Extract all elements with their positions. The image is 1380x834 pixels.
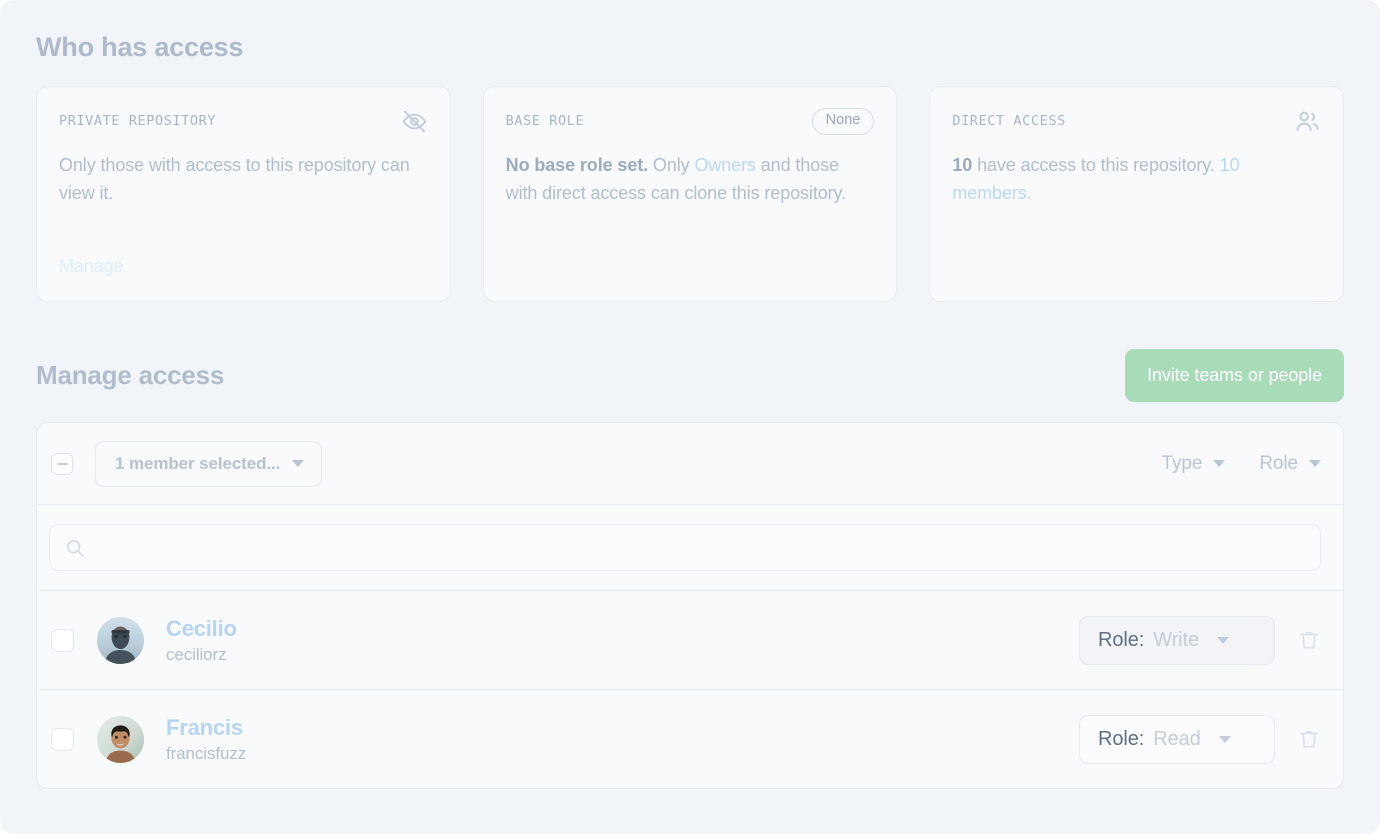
user-handle: ceciliorz [166,645,237,665]
table-row: Francis francisfuzz Role: Read [37,689,1343,788]
owners-link[interactable]: Owners [694,155,755,175]
filter-type[interactable]: Type [1162,453,1226,475]
role-label: Role: [1098,629,1144,652]
selection-dropdown[interactable]: 1 member selected... [95,441,322,487]
role-dropdown[interactable]: Role: Read [1079,715,1275,764]
indeterminate-dash-icon [57,463,68,466]
user-name[interactable]: Cecilio [166,616,237,641]
card-private-repository: PRIVATE REPOSITORY Only those with acces… [36,86,451,302]
trash-icon[interactable] [1297,727,1321,751]
avatar [97,617,144,664]
card-header: PRIVATE REPOSITORY [59,108,428,134]
manage-access-table: 1 member selected... Type Role [36,422,1344,789]
row-checkbox[interactable] [51,728,74,751]
card-eyebrow: BASE ROLE [506,113,585,129]
invite-teams-or-people-button[interactable]: Invite teams or people [1125,349,1344,402]
card-body: 10 have access to this repository. 10 me… [952,151,1321,207]
role-value: Read [1153,728,1200,751]
card-header: BASE ROLE None [506,108,875,134]
search-area [37,505,1343,590]
user-handle: francisfuzz [166,744,246,764]
chevron-down-icon [1309,460,1321,467]
eye-off-icon [401,108,428,135]
role-dropdown[interactable]: Role: Write [1079,616,1275,665]
table-toolbar: 1 member selected... Type Role [37,423,1343,505]
row-checkbox[interactable] [51,629,74,652]
chevron-down-icon [1217,637,1229,644]
base-role-mid: Only [648,155,694,175]
manage-access-title: Manage access [36,360,224,391]
filter-role-label: Role [1259,453,1298,475]
selection-dropdown-label: 1 member selected... [115,454,280,474]
card-base-role: BASE ROLE None No base role set. Only Ow… [483,86,898,302]
card-body: Only those with access to this repositor… [59,151,428,207]
page-title: Who has access [36,0,1344,63]
manage-access-header: Manage access Invite teams or people [36,346,1344,404]
avatar [97,716,144,763]
card-footer: Manage [59,256,428,277]
select-all-checkbox[interactable] [51,453,73,475]
access-settings-page: Who has access PRIVATE REPOSITORY Only t… [0,0,1380,834]
people-icon [1294,108,1321,135]
card-body: No base role set. Only Owners and those … [506,151,875,207]
search-icon [64,537,86,559]
status-badge: None [812,108,875,134]
filter-role[interactable]: Role [1259,453,1321,475]
filter-type-label: Type [1162,453,1203,475]
card-eyebrow: DIRECT ACCESS [952,113,1065,129]
card-header: DIRECT ACCESS [952,108,1321,134]
user-name[interactable]: Francis [166,715,246,740]
search-box[interactable] [49,524,1321,571]
access-summary-cards: PRIVATE REPOSITORY Only those with acces… [36,86,1344,302]
direct-access-mid: have access to this repository. [972,155,1219,175]
base-role-bold: No base role set. [506,155,648,175]
card-direct-access: DIRECT ACCESS 10 have access to this rep… [929,86,1344,302]
role-value: Write [1153,629,1199,652]
chevron-down-icon [1213,460,1225,467]
trash-icon[interactable] [1297,628,1321,652]
chevron-down-icon [1219,736,1231,743]
card-eyebrow: PRIVATE REPOSITORY [59,113,216,129]
chevron-down-icon [292,460,304,467]
table-row: Cecilio ceciliorz Role: Write [37,590,1343,689]
direct-access-count: 10 [952,155,972,175]
user-meta: Cecilio ceciliorz [166,616,237,664]
search-input[interactable] [96,538,1306,558]
role-label: Role: [1098,728,1144,751]
manage-link[interactable]: Manage [59,256,123,276]
user-meta: Francis francisfuzz [166,715,246,763]
